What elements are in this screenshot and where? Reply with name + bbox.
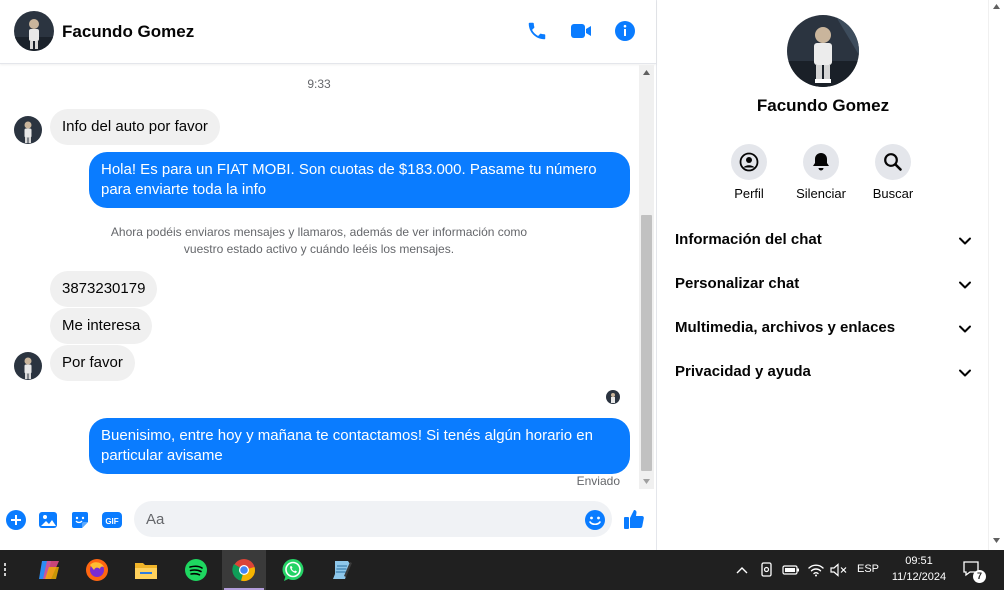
- clock-date: 11/12/2024: [891, 571, 947, 583]
- info-icon[interactable]: [612, 18, 638, 44]
- search-button[interactable]: Buscar: [863, 144, 923, 201]
- action-label: Buscar: [872, 186, 914, 201]
- chevron-down-icon: [959, 281, 971, 289]
- section-chat-info[interactable]: Información del chat: [666, 220, 978, 260]
- volume-muted-icon[interactable]: [829, 550, 849, 590]
- windows-taskbar: ESP 09:51 11/12/2024 7: [0, 550, 1004, 590]
- message-list[interactable]: 9:33 Info del auto por favor Hola! Es pa…: [0, 65, 656, 489]
- notepad-icon[interactable]: [320, 550, 364, 590]
- scroll-down-arrow[interactable]: [993, 538, 1000, 543]
- chevron-down-icon: [959, 325, 971, 333]
- messenger-window: Facundo Gomez 9:33 Info del auto por fav…: [0, 0, 1004, 550]
- notification-count-badge: 7: [973, 570, 986, 583]
- message-timestamp: 9:33: [307, 77, 331, 91]
- notification-center-icon[interactable]: 7: [958, 550, 988, 590]
- message-status: Enviado: [576, 474, 620, 488]
- mute-button[interactable]: Silenciar: [791, 144, 851, 201]
- section-label: Multimedia, archivos y enlaces: [675, 319, 896, 336]
- info-contact-name: Facundo Gomez: [756, 96, 890, 115]
- whatsapp-icon[interactable]: [271, 550, 315, 590]
- phone-icon[interactable]: [524, 18, 550, 44]
- message-input[interactable]: [134, 501, 612, 537]
- avatar[interactable]: [14, 11, 54, 51]
- scroll-up-arrow[interactable]: [993, 4, 1000, 9]
- scroll-up-arrow[interactable]: [639, 65, 654, 80]
- section-label: Privacidad y ayuda: [675, 363, 811, 380]
- incoming-message[interactable]: Por favor: [50, 345, 135, 381]
- file-explorer-icon[interactable]: [124, 550, 168, 590]
- action-label: Silenciar: [796, 186, 846, 201]
- chat-info-panel: Facundo Gomez Perfil Silenciar Buscar In…: [658, 0, 988, 550]
- svg-text:GIF: GIF: [105, 517, 118, 526]
- sticker-icon[interactable]: [68, 508, 92, 532]
- avatar[interactable]: [787, 15, 859, 87]
- show-hidden-icons-chevron-icon[interactable]: [733, 550, 751, 590]
- seen-indicator-avatar: [606, 390, 620, 404]
- emoji-icon[interactable]: [584, 509, 606, 531]
- wifi-icon[interactable]: [806, 550, 826, 590]
- section-customize-chat[interactable]: Personalizar chat: [666, 264, 978, 304]
- battery-icon[interactable]: [781, 550, 801, 590]
- image-icon[interactable]: [36, 508, 60, 532]
- bell-icon: [803, 144, 839, 180]
- firefox-icon[interactable]: [75, 550, 119, 590]
- search-icon: [875, 144, 911, 180]
- device-icon[interactable]: [758, 550, 776, 590]
- input-language[interactable]: ESP: [857, 563, 879, 575]
- chrome-icon[interactable]: [222, 550, 266, 590]
- chat-scrollbar[interactable]: [639, 65, 654, 489]
- section-media-files[interactable]: Multimedia, archivos y enlaces: [666, 308, 978, 348]
- incoming-message[interactable]: Me interesa: [50, 308, 153, 344]
- privacy-notice: Ahora podéis enviaros mensajes y llamaro…: [110, 225, 528, 256]
- chevron-down-icon: [959, 369, 971, 377]
- section-label: Personalizar chat: [675, 275, 800, 292]
- incoming-message[interactable]: 3873230179: [50, 271, 158, 307]
- contact-name[interactable]: Facundo Gomez: [62, 22, 194, 42]
- action-label: Perfil: [734, 186, 764, 201]
- message-composer: GIF: [0, 490, 656, 550]
- avatar[interactable]: [14, 116, 42, 144]
- outgoing-message[interactable]: Buenisimo, entre hoy y mañana te contact…: [89, 418, 630, 474]
- avatar[interactable]: [14, 352, 42, 380]
- gif-icon[interactable]: GIF: [100, 508, 124, 532]
- page-scrollbar[interactable]: [988, 0, 1004, 550]
- outgoing-message[interactable]: Hola! Es para un FIAT MOBI. Son cuotas d…: [89, 152, 630, 208]
- scroll-thumb[interactable]: [641, 215, 652, 471]
- like-icon[interactable]: [622, 507, 646, 531]
- taskbar-edge: [0, 550, 10, 590]
- section-label: Información del chat: [675, 231, 822, 248]
- chevron-down-icon: [959, 237, 971, 245]
- copilot-icon[interactable]: [27, 550, 71, 590]
- chat-pane: Facundo Gomez 9:33 Info del auto por fav…: [0, 0, 657, 550]
- system-clock[interactable]: 09:51 11/12/2024: [886, 553, 952, 585]
- clock-time: 09:51: [905, 555, 933, 567]
- section-privacy-help[interactable]: Privacidad y ayuda: [666, 352, 978, 392]
- scroll-down-arrow[interactable]: [639, 474, 654, 489]
- profile-icon: [731, 144, 767, 180]
- chat-header: Facundo Gomez: [0, 0, 656, 64]
- video-camera-icon[interactable]: [568, 18, 594, 44]
- spotify-icon[interactable]: [174, 550, 218, 590]
- plus-icon[interactable]: [4, 508, 28, 532]
- incoming-message[interactable]: Info del auto por favor: [50, 109, 220, 145]
- profile-button[interactable]: Perfil: [719, 144, 779, 201]
